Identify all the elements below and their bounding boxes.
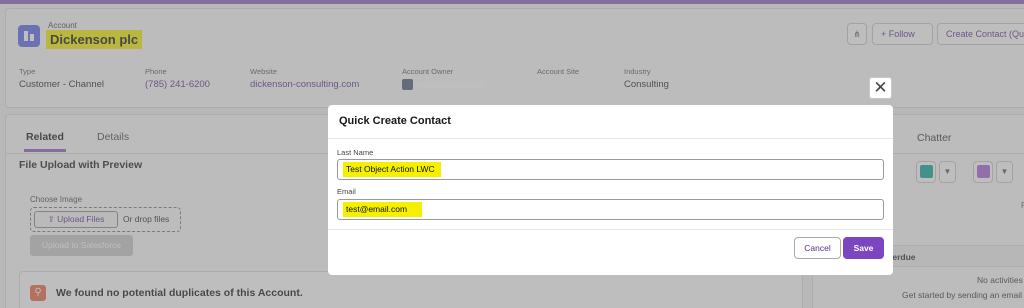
email-label: Email [337,187,356,196]
modal-footer-divider [328,229,893,230]
email-value: test@email.com [343,202,422,217]
quick-create-contact-modal: Quick Create Contact Last Name Test Obje… [328,105,893,275]
save-button[interactable]: Save [843,237,884,259]
last-name-input[interactable]: Test Object Action LWC [337,159,884,180]
close-icon: ✕ [873,78,888,97]
email-input[interactable]: test@email.com [337,199,884,220]
close-modal-button[interactable]: ✕ [869,77,892,99]
last-name-label: Last Name [337,148,374,157]
modal-divider [328,138,893,139]
modal-title: Quick Create Contact [339,115,451,127]
cancel-button[interactable]: Cancel [794,237,841,259]
last-name-value: Test Object Action LWC [343,162,441,177]
